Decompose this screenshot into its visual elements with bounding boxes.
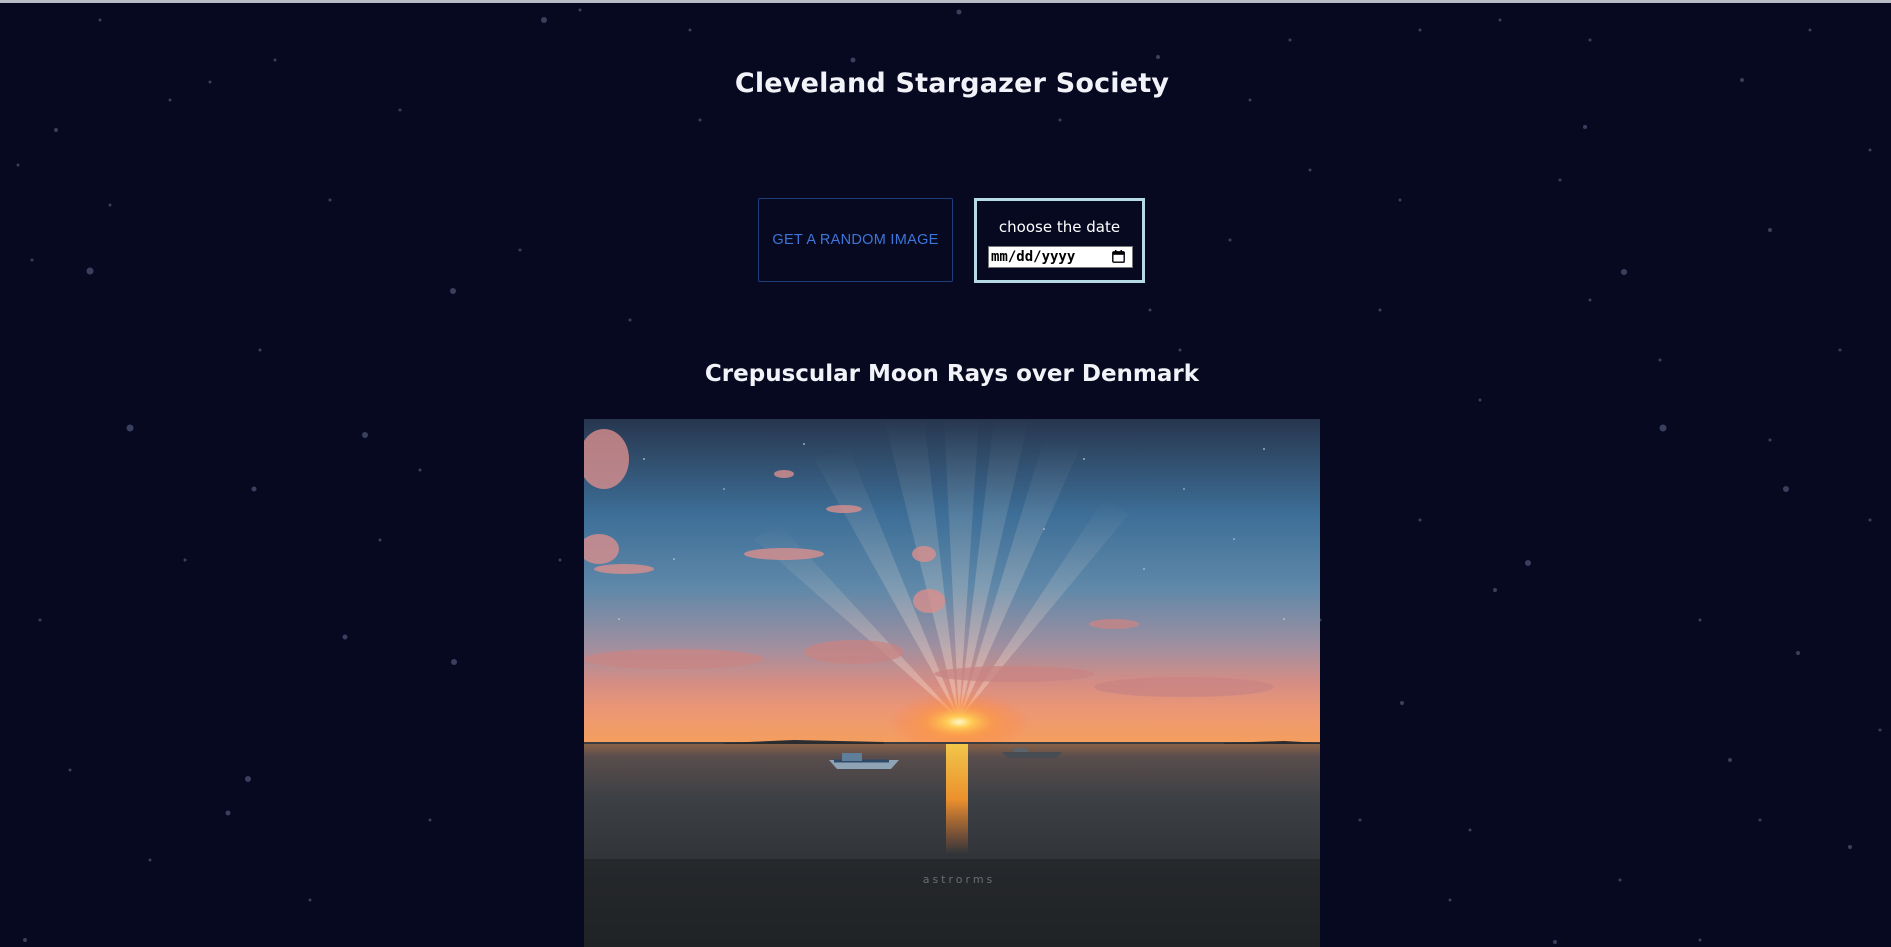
random-image-button[interactable]: GET A RANDOM IMAGE — [758, 198, 953, 282]
page: Cleveland Stargazer Society GET A RANDOM… — [0, 0, 1891, 947]
image-title: Crepuscular Moon Rays over Denmark — [704, 361, 1200, 387]
apod-image-graphic — [584, 419, 1320, 947]
image-watermark: astrorms — [922, 873, 996, 886]
calendar-icon[interactable] — [1112, 250, 1125, 263]
site-title: Cleveland Stargazer Society — [734, 68, 1170, 99]
date-label: choose the date — [998, 218, 1121, 236]
apod-image: astrorms — [584, 419, 1320, 947]
date-picker-box: choose the date mm/dd/yyyy — [974, 198, 1145, 283]
